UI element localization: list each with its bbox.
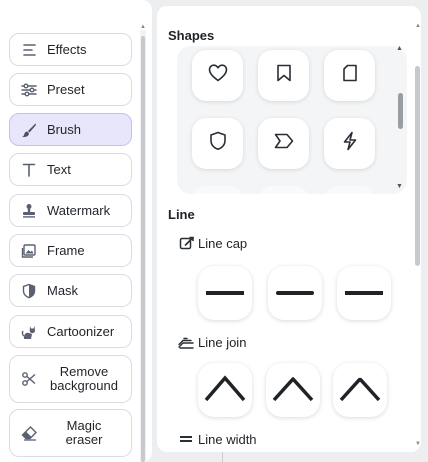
line-join-round-option[interactable] bbox=[266, 363, 320, 417]
lightning-icon bbox=[342, 131, 358, 156]
shape-tile-partial[interactable] bbox=[258, 186, 309, 194]
shape-tag[interactable] bbox=[324, 50, 375, 101]
sidebar-item-text[interactable]: Text bbox=[9, 153, 132, 186]
shapes-scroll-down-icon[interactable]: ▼ bbox=[396, 183, 403, 190]
stamp-icon bbox=[20, 202, 38, 220]
tool-sidebar: Effects Preset Brush Text Watermark Fram… bbox=[0, 0, 152, 462]
shapes-scroll-up-icon[interactable]: ▲ bbox=[396, 45, 403, 52]
sidebar-item-label: Frame bbox=[47, 242, 85, 258]
line-cap-label: Line cap bbox=[178, 235, 247, 251]
line-cap-round-option[interactable] bbox=[268, 266, 322, 320]
sliders-icon bbox=[20, 81, 38, 99]
sidebar-item-effects[interactable]: Effects bbox=[9, 33, 132, 66]
line-cap-text: Line cap bbox=[198, 235, 248, 251]
shapes-scrollbar-thumb[interactable] bbox=[398, 93, 403, 129]
sidebar-item-label: Brush bbox=[47, 121, 81, 137]
shape-heart[interactable] bbox=[192, 50, 243, 101]
sidebar-item-watermark[interactable]: Watermark bbox=[9, 194, 132, 227]
round-cap-icon bbox=[275, 284, 315, 302]
bevel-join-icon bbox=[339, 374, 381, 407]
sidebar-item-label: Magic eraser bbox=[65, 418, 103, 447]
line-cap-icon bbox=[178, 235, 194, 251]
text-icon bbox=[20, 161, 38, 179]
eraser-icon bbox=[20, 424, 38, 442]
shape-tile-partial[interactable] bbox=[192, 186, 243, 194]
shield-half-icon bbox=[20, 282, 38, 300]
line-cap-butt-option[interactable] bbox=[198, 266, 252, 320]
sidebar-item-preset[interactable]: Preset bbox=[9, 73, 132, 106]
frame-image-icon bbox=[20, 242, 38, 260]
shape-shield[interactable] bbox=[192, 118, 243, 169]
tag-icon bbox=[342, 64, 358, 87]
line-join-text: Line join bbox=[198, 334, 247, 350]
shield-icon bbox=[209, 131, 227, 156]
panel-scrollbar-thumb[interactable] bbox=[415, 66, 420, 266]
shape-bookmark[interactable] bbox=[258, 50, 309, 101]
line-width-text: Line width bbox=[198, 431, 257, 447]
arrow-tag-icon bbox=[274, 133, 294, 154]
square-cap-icon bbox=[344, 284, 384, 302]
heart-icon bbox=[208, 64, 228, 87]
shape-lightning[interactable] bbox=[324, 118, 375, 169]
line-join-icon bbox=[178, 334, 194, 350]
line-section-title: Line bbox=[168, 207, 195, 222]
sidebar-item-label: Watermark bbox=[47, 202, 111, 218]
shapes-section-title: Shapes bbox=[168, 28, 215, 43]
miter-join-icon bbox=[204, 374, 246, 407]
sidebar-item-magic-eraser[interactable]: Magic eraser bbox=[9, 409, 132, 457]
line-join-bevel-option[interactable] bbox=[333, 363, 387, 417]
cat-icon bbox=[20, 323, 38, 341]
line-width-label: Line width bbox=[178, 431, 257, 447]
sidebar-item-remove-background[interactable]: Remove background bbox=[9, 355, 132, 403]
sidebar-item-label: Cartoonizer bbox=[47, 323, 115, 339]
sidebar-item-brush[interactable]: Brush bbox=[9, 113, 132, 146]
sidebar-item-cartoonizer[interactable]: Cartoonizer bbox=[9, 315, 132, 348]
sidebar-item-label: Mask bbox=[47, 282, 79, 298]
line-width-icon bbox=[178, 431, 194, 447]
sidebar-item-mask[interactable]: Mask bbox=[9, 274, 132, 307]
sidebar-item-label: Remove background bbox=[50, 364, 118, 393]
scroll-up-arrow-icon[interactable]: ▲ bbox=[140, 24, 146, 30]
shape-tile-partial[interactable] bbox=[324, 186, 375, 194]
line-cap-square-option[interactable] bbox=[337, 266, 391, 320]
canvas-edge bbox=[222, 452, 428, 462]
panel-scroll-down-icon[interactable]: ▼ bbox=[415, 441, 421, 447]
sidebar-item-label: Effects bbox=[47, 41, 87, 57]
line-join-label: Line join bbox=[178, 334, 246, 350]
butt-cap-icon bbox=[205, 284, 245, 302]
line-join-miter-option[interactable] bbox=[198, 363, 252, 417]
sidebar-scrollbar-thumb[interactable] bbox=[141, 36, 145, 462]
brush-icon bbox=[20, 121, 38, 139]
brush-settings-panel: Shapes ▲ ▼ Line Line cap Line join Line … bbox=[157, 6, 421, 452]
effects-lines-icon bbox=[20, 41, 38, 59]
sidebar-item-label: Preset bbox=[47, 81, 85, 97]
panel-scroll-up-icon[interactable]: ▲ bbox=[415, 23, 421, 29]
scissors-icon bbox=[20, 370, 38, 388]
shape-arrow-tag[interactable] bbox=[258, 118, 309, 169]
sidebar-item-label: Text bbox=[47, 161, 71, 177]
bookmark-icon bbox=[276, 64, 292, 87]
sidebar-item-frame[interactable]: Frame bbox=[9, 234, 132, 267]
shapes-grid bbox=[177, 46, 407, 194]
round-join-icon bbox=[272, 374, 314, 407]
